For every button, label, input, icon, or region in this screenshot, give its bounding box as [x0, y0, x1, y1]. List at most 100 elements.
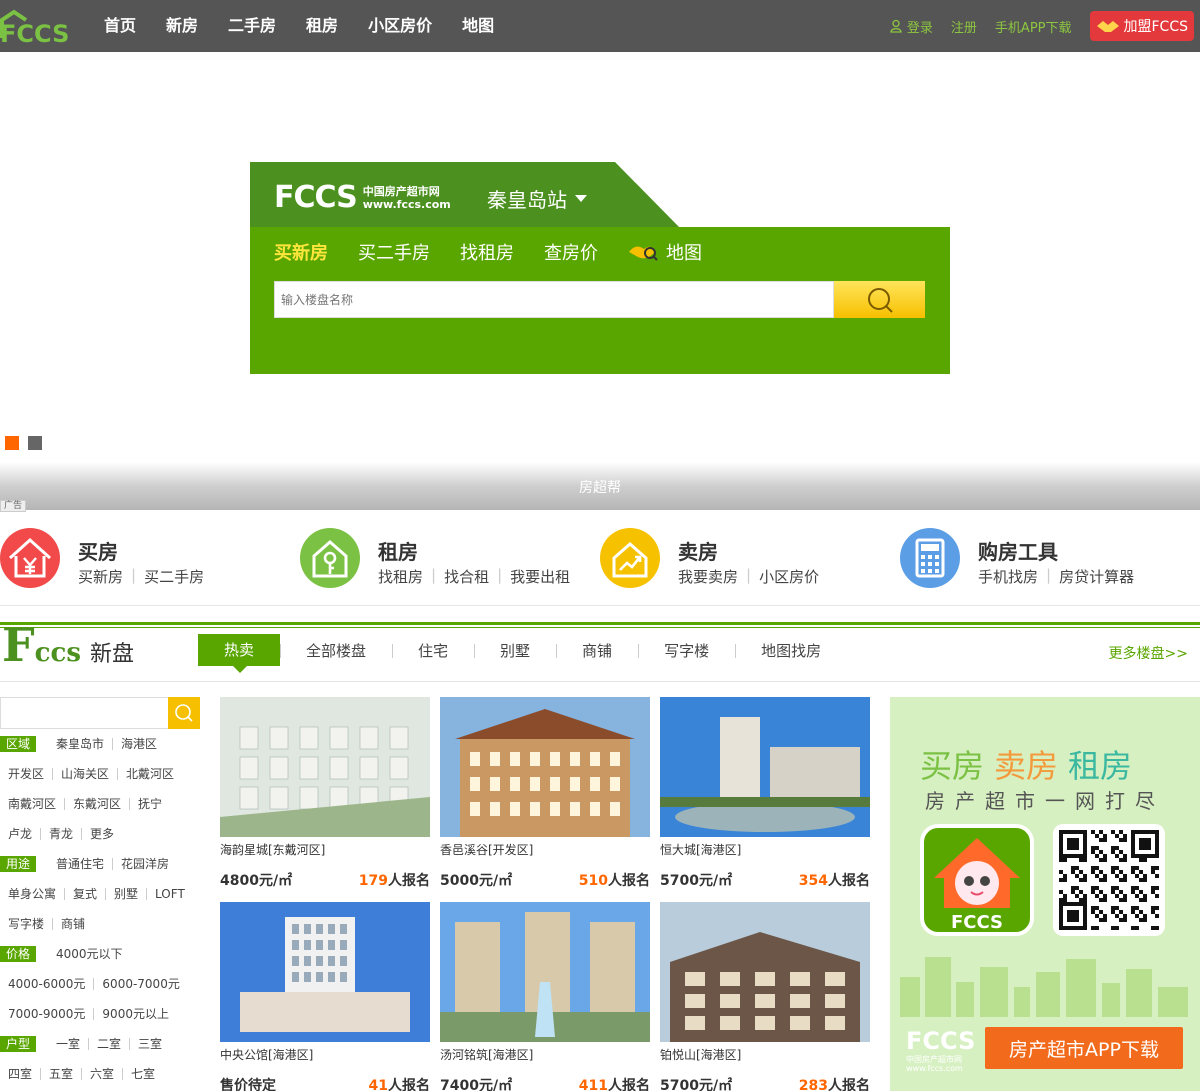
tab-buy-second-hand[interactable]: 买二手房: [358, 239, 430, 265]
category-link[interactable]: 小区房价: [759, 566, 819, 587]
filter-option[interactable]: 六室: [81, 1068, 122, 1080]
tab-shop[interactable]: 商铺: [556, 640, 638, 661]
listing-card[interactable]: 铂悦山[海港区] 5700元/㎡ 283人报名: [660, 902, 870, 1091]
tab-residential[interactable]: 住宅: [392, 640, 474, 661]
key-house-icon[interactable]: [300, 528, 360, 588]
yuan-house-icon[interactable]: [0, 528, 60, 588]
filter-option[interactable]: 4000-6000元: [0, 978, 93, 990]
filter-option[interactable]: 北戴河区: [117, 768, 182, 780]
filter-option[interactable]: 商铺: [52, 918, 93, 930]
filter-option[interactable]: 花园洋房: [112, 858, 177, 870]
filter-option[interactable]: LOFT: [146, 888, 193, 900]
tab-villa[interactable]: 别墅: [474, 640, 556, 661]
filter-search-button[interactable]: [168, 697, 200, 729]
filter-option[interactable]: 东戴河区: [64, 798, 129, 810]
filter-option[interactable]: 二室: [88, 1038, 129, 1050]
tab-map[interactable]: 地图: [628, 239, 702, 265]
filter-search-input[interactable]: [1, 698, 161, 728]
category-title[interactable]: 租房: [378, 536, 418, 565]
nav-map[interactable]: 地图: [462, 0, 494, 52]
filter-option[interactable]: 一室: [48, 1038, 88, 1050]
tab-find-rent[interactable]: 找租房: [460, 239, 514, 265]
filter-option[interactable]: 抚宁: [129, 798, 170, 810]
filter-option[interactable]: 4000元以下: [48, 948, 131, 960]
filter-option[interactable]: 普通住宅: [48, 858, 112, 870]
tab-hot[interactable]: 热卖: [198, 634, 280, 673]
listing-image[interactable]: [220, 697, 430, 837]
filter-option[interactable]: 复式: [64, 888, 105, 900]
category-link[interactable]: 找合租: [444, 566, 489, 587]
filter-option[interactable]: 卢龙: [0, 828, 40, 840]
listing-name[interactable]: 汤河铭筑[海港区]: [440, 1046, 650, 1063]
listing-name[interactable]: 香邑溪谷[开发区]: [440, 841, 650, 858]
filter-option[interactable]: 更多: [81, 828, 122, 840]
category-link[interactable]: 我要出租: [510, 566, 570, 587]
filter-option[interactable]: 6000-7000元: [93, 978, 187, 990]
filter-option[interactable]: 青龙: [40, 828, 81, 840]
listing-image[interactable]: [660, 697, 870, 837]
city-selector[interactable]: 秦皇岛站: [487, 184, 587, 213]
join-fccs-button[interactable]: 加盟FCCS: [1089, 11, 1194, 41]
login-link[interactable]: 登录: [889, 17, 933, 36]
search-button[interactable]: [834, 281, 925, 318]
filter-option[interactable]: 别墅: [105, 888, 146, 900]
filter-option[interactable]: 三室: [129, 1038, 170, 1050]
filter-option[interactable]: 9000元以上: [93, 1008, 177, 1020]
filter-option[interactable]: 单身公寓: [0, 888, 64, 900]
carousel-dot-1[interactable]: [5, 436, 19, 450]
tab-all[interactable]: 全部楼盘: [280, 640, 392, 661]
nav-community-price[interactable]: 小区房价: [368, 0, 432, 52]
category-title[interactable]: 卖房: [678, 536, 718, 565]
filter-option[interactable]: 秦皇岛市: [48, 738, 112, 750]
listing-card[interactable]: 恒大城[海港区] 5700元/㎡ 354人报名: [660, 697, 870, 897]
listing-image[interactable]: [660, 902, 870, 1042]
listing-card[interactable]: 海韵星城[东戴河区] 4800元/㎡ 179人报名: [220, 697, 430, 897]
category-link[interactable]: 我要卖房: [678, 566, 738, 587]
tab-office[interactable]: 写字楼: [638, 640, 735, 661]
filter-option[interactable]: 山海关区: [52, 768, 117, 780]
listing-card[interactable]: 香邑溪谷[开发区] 5000元/㎡ 510人报名: [440, 697, 650, 897]
filter-option[interactable]: 7000-9000元: [0, 1008, 93, 1020]
category-link[interactable]: 找租房: [378, 566, 423, 587]
fccs-logo[interactable]: FCCS: [0, 6, 80, 48]
nav-second-hand[interactable]: 二手房: [228, 0, 276, 52]
app-download-button[interactable]: 房产超市APP下载: [985, 1027, 1183, 1069]
filter-option[interactable]: 南戴河区: [0, 798, 64, 810]
listing-card[interactable]: 中央公馆[海港区] 售价待定 41人报名: [220, 902, 430, 1091]
listing-name[interactable]: 铂悦山[海港区]: [660, 1046, 870, 1063]
app-download-link[interactable]: 手机APP下载: [995, 17, 1072, 36]
category-title[interactable]: 购房工具: [978, 536, 1058, 565]
filter-option[interactable]: 四室: [0, 1068, 40, 1080]
category-link[interactable]: 房贷计算器: [1059, 566, 1134, 587]
filter-option[interactable]: 七室: [122, 1068, 163, 1080]
filter-option[interactable]: 开发区: [0, 768, 52, 780]
category-link[interactable]: 买二手房: [144, 566, 204, 587]
filter-option[interactable]: 海港区: [112, 738, 165, 750]
app-download-ad[interactable]: 买房 卖房 租房 房产超市一网打尽 FCCS FCCS 中国房产超市网 www.…: [890, 697, 1200, 1091]
register-link[interactable]: 注册: [951, 17, 977, 36]
search-input[interactable]: [274, 281, 834, 318]
chart-house-icon[interactable]: [600, 528, 660, 588]
listing-image[interactable]: [440, 697, 650, 837]
nav-home[interactable]: 首页: [104, 0, 136, 52]
tab-map-search[interactable]: 地图找房: [735, 640, 847, 661]
listing-name[interactable]: 海韵星城[东戴河区]: [220, 841, 430, 858]
listing-card[interactable]: 汤河铭筑[海港区] 7400元/㎡ 411人报名: [440, 902, 650, 1091]
category-link[interactable]: 手机找房: [978, 566, 1038, 587]
listing-image[interactable]: [440, 902, 650, 1042]
filter-option[interactable]: 五室: [40, 1068, 81, 1080]
tab-buy-new[interactable]: 买新房: [274, 239, 328, 265]
carousel-dot-2[interactable]: [28, 436, 42, 450]
listing-name[interactable]: 中央公馆[海港区]: [220, 1046, 430, 1063]
more-listings-link[interactable]: 更多楼盘>>: [1109, 643, 1188, 663]
tab-check-price[interactable]: 查房价: [544, 239, 598, 265]
banner-caption[interactable]: 房超帮: [0, 477, 1200, 497]
listing-image[interactable]: [220, 902, 430, 1042]
category-title[interactable]: 买房: [78, 536, 118, 565]
nav-new-house[interactable]: 新房: [166, 0, 198, 52]
nav-rent[interactable]: 租房: [306, 0, 338, 52]
filter-option[interactable]: 写字楼: [0, 918, 52, 930]
calculator-icon[interactable]: [900, 528, 960, 588]
category-link[interactable]: 买新房: [78, 566, 123, 587]
listing-name[interactable]: 恒大城[海港区]: [660, 841, 870, 858]
